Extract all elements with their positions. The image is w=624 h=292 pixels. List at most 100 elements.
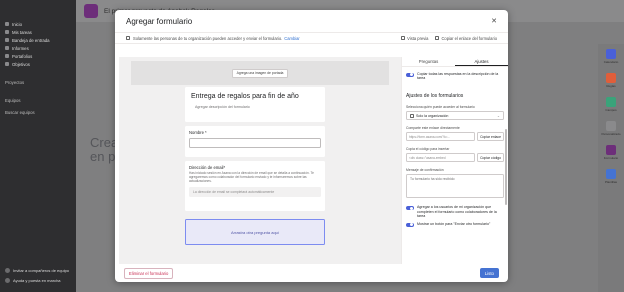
email-help-text: Has iniciado sesión en Asana con la dire… [189, 171, 314, 183]
copy-answers-label: Copiar todas las respuestas en la descri… [417, 72, 499, 81]
sidebar-section-proyectos[interactable]: Proyectos [0, 78, 76, 86]
info-actions: Vista previa Copiar el enlace del formul… [401, 36, 497, 41]
invite-button[interactable]: Invitar a compañeros de equipo [5, 268, 71, 273]
copy-answers-setting: Copiar todas las respuestas en la descri… [406, 72, 504, 80]
check-icon [5, 30, 9, 34]
delete-form-button[interactable]: Eliminar el formulario [124, 267, 174, 279]
help-button[interactable]: Ayuda y puesta en marcha [5, 278, 71, 283]
settings-panel: Preguntas Ajustes Copiar todas las respu… [401, 57, 508, 264]
panel-tabs: Preguntas Ajustes [402, 57, 508, 67]
rail-label: Personalizado [601, 131, 621, 136]
rail-label: Plantillas [604, 179, 617, 184]
direct-link-row: https://form.asana.com/?k=... Copiar enl… [406, 132, 504, 142]
collaborators-toggle[interactable] [406, 205, 414, 211]
close-icon[interactable]: ✕ [489, 16, 499, 26]
sidebar-item-label: Portafolios [12, 53, 33, 59]
bell-icon [5, 38, 9, 42]
sidebar-item-objetivos[interactable]: Objetivos [0, 60, 76, 68]
fields-icon [606, 96, 616, 107]
help-label: Ayuda y puesta en marcha [13, 278, 61, 283]
lightning-icon [606, 72, 616, 83]
embed-code-label: Copia el código para insertar [406, 147, 450, 152]
email-question-card[interactable]: Dirección de email* Has iniciado sesión … [185, 161, 325, 211]
form-description-placeholder[interactable]: Agregar descripción del formulario [191, 105, 319, 109]
sidebar-section-buscar[interactable]: Buscar equipos [0, 108, 76, 116]
embed-code-row: <div class="asana-embed Copiar código [406, 153, 504, 163]
sidebar-item-bandeja[interactable]: Bandeja de entrada [0, 36, 76, 44]
copy-form-link-label: Copiar el enlace del formulario [441, 35, 497, 41]
modal-title: Agregar formulario [126, 16, 193, 26]
collaborators-label: Agregar a los usuarios de mi organizació… [417, 205, 497, 218]
chart-icon [5, 46, 9, 50]
confirmation-message-field[interactable]: Tu formulario ha sido recibido [406, 174, 504, 199]
building-icon [410, 113, 414, 118]
invite-icon [5, 268, 10, 273]
drop-question-zone[interactable]: Arrastra otra pregunta aquí [185, 219, 325, 245]
sidebar-item-label: Mis tareas [12, 29, 32, 35]
submit-another-label: Mostrar un botón para "Enviar otro formu… [417, 222, 491, 227]
rail-item-calendar[interactable]: Calendario [598, 44, 624, 68]
access-select[interactable]: Solo la organización ⌄ [406, 111, 504, 121]
sidebar-item-mis-tareas[interactable]: Mis tareas [0, 28, 76, 36]
sidebar-item-portafolios[interactable]: Portafolios [0, 52, 76, 60]
sidebar-item-inicio[interactable]: Inicio [0, 20, 76, 28]
tab-preguntas[interactable]: Preguntas [402, 57, 455, 66]
submit-another-toggle[interactable] [406, 222, 414, 228]
rail-label: Reglas [606, 83, 616, 88]
direct-link-field[interactable]: https://form.asana.com/?k=... [406, 132, 476, 142]
calendar-icon [606, 48, 616, 59]
app-sidebar: Inicio Mis tareas Bandeja de entrada Inf… [0, 0, 76, 292]
rail-item-form[interactable]: Formulario [598, 140, 624, 164]
embed-code-field[interactable]: <div class="asana-embed [406, 153, 476, 163]
target-icon [5, 62, 9, 66]
sidebar-item-label: Objetivos [12, 61, 30, 67]
form-editor: Agrega una imagen de portada Entrega de … [119, 57, 508, 264]
rail-item-fields[interactable]: Campos [598, 92, 624, 116]
rail-item-rules[interactable]: Reglas [598, 68, 624, 92]
email-question-label: Dirección de email* [189, 165, 226, 170]
copy-form-link-button[interactable]: Copiar el enlace del formulario [435, 36, 497, 41]
sidebar-section-equipos[interactable]: Equipos [0, 96, 76, 104]
copy-code-button[interactable]: Copiar código [477, 153, 504, 163]
submit-another-setting: Mostrar un botón para "Enviar otro formu… [406, 222, 504, 228]
rail-label: Calendario [603, 59, 619, 64]
settings-body: Copiar todas las respuestas en la descri… [402, 67, 508, 228]
sidebar-item-informes[interactable]: Informes [0, 44, 76, 52]
copy-answers-toggle[interactable] [406, 72, 414, 77]
change-access-link[interactable]: Cambiar [284, 36, 299, 41]
access-info-text: Solamente las personas de tu organizació… [133, 35, 283, 41]
modal-header: Agregar formulario ✕ [115, 10, 508, 32]
name-question-label: Nombre * [189, 130, 207, 135]
sidebar-item-label: Informes [12, 45, 29, 51]
external-link-icon [401, 36, 406, 40]
custom-icon [606, 120, 616, 131]
name-input[interactable] [189, 138, 321, 148]
preview-button[interactable]: Vista previa [401, 36, 428, 41]
form-title-card[interactable]: Entrega de regalos para fin de año Agreg… [185, 87, 325, 122]
name-question-card[interactable]: Nombre * [185, 126, 325, 157]
sidebar-item-label: Bandeja de entrada [12, 37, 50, 43]
rail-item-custom[interactable]: Personalizado [598, 116, 624, 140]
template-icon [606, 168, 616, 179]
preview-label: Vista previa [407, 35, 429, 41]
access-select-value: Solo la organización [416, 113, 449, 118]
modal-footer: Eliminar el formulario Listo [115, 264, 508, 282]
add-cover-image-button[interactable]: Agrega una imagen de portada [231, 68, 289, 78]
customize-rail: Calendario Reglas Campos Personalizado F… [598, 44, 624, 292]
tab-ajustes[interactable]: Ajustes [455, 57, 508, 66]
copy-link-button[interactable]: Copiar enlace [477, 132, 504, 142]
sidebar-bottom: Invitar a compañeros de equipo Ayuda y p… [0, 264, 76, 292]
help-icon [5, 278, 10, 283]
form-title[interactable]: Entrega de regalos para fin de año [191, 93, 319, 100]
done-button[interactable]: Listo [479, 268, 499, 278]
access-label: Selecciona quién puede acceder al formul… [406, 105, 475, 110]
settings-scrollbar[interactable] [505, 129, 507, 205]
rail-label: Formulario [603, 155, 619, 160]
form-settings-heading: Ajustes de los formularios [406, 93, 464, 100]
folder-icon [5, 54, 9, 58]
home-icon [5, 22, 9, 26]
rail-item-templates[interactable]: Plantillas [598, 164, 624, 188]
chevron-down-icon: ⌄ [496, 113, 500, 118]
add-form-modal: Agregar formulario ✕ Solamente las perso… [115, 10, 508, 282]
form-icon [606, 144, 616, 155]
